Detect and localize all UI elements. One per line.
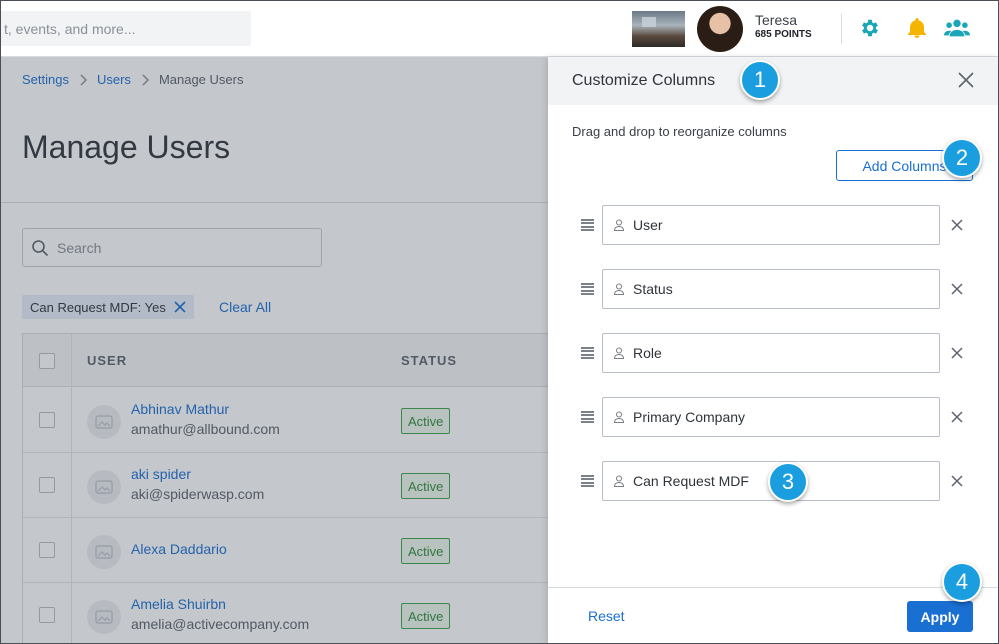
callout-marker-3: 3 <box>768 462 808 502</box>
user-icon <box>613 347 625 359</box>
user-points: 685 POINTS <box>755 29 812 40</box>
column-field: User <box>602 205 940 245</box>
drag-handle-icon[interactable] <box>581 283 594 295</box>
column-label: Primary Company <box>633 409 746 425</box>
callout-marker-1: 1 <box>740 60 780 100</box>
drag-handle-icon[interactable] <box>581 347 594 359</box>
users-icon[interactable] <box>944 15 970 41</box>
user-icon <box>613 411 625 423</box>
customize-columns-panel: Customize Columns Drag and drop to reorg… <box>548 57 999 644</box>
panel-footer: Reset Apply <box>548 587 999 644</box>
gear-icon[interactable] <box>857 15 883 41</box>
column-field: Role <box>602 333 940 373</box>
column-label: Can Request MDF <box>633 473 749 489</box>
apply-button[interactable]: Apply <box>907 601 973 632</box>
column-field: Primary Company <box>602 397 940 437</box>
user-name[interactable]: Teresa <box>755 12 797 28</box>
user-icon <box>613 283 625 295</box>
panel-title: Customize Columns <box>572 72 716 89</box>
column-label: Status <box>633 281 673 297</box>
callout-marker-4: 4 <box>942 562 982 602</box>
user-icon <box>613 475 625 487</box>
global-search-placeholder: t, events, and more... <box>4 20 136 37</box>
drag-handle-icon[interactable] <box>581 475 594 487</box>
column-label: User <box>633 217 663 233</box>
user-avatar[interactable] <box>697 6 743 52</box>
column-field: Status <box>602 269 940 309</box>
drag-handle-icon[interactable] <box>581 411 594 423</box>
reset-button[interactable]: Reset <box>588 608 625 624</box>
user-icon <box>613 219 625 231</box>
top-bar: t, events, and more... Teresa 685 POINTS <box>0 0 999 57</box>
remove-column-icon[interactable] <box>947 279 967 299</box>
close-icon[interactable] <box>956 70 976 90</box>
panel-subtitle: Drag and drop to reorganize columns <box>572 124 787 139</box>
remove-column-icon[interactable] <box>947 215 967 235</box>
column-label: Role <box>633 345 662 361</box>
bell-icon[interactable] <box>904 15 930 41</box>
remove-column-icon[interactable] <box>947 343 967 363</box>
column-item-status[interactable]: Status <box>548 269 999 309</box>
callout-marker-2: 2 <box>942 138 982 178</box>
remove-column-icon[interactable] <box>947 407 967 427</box>
column-item-role[interactable]: Role <box>548 333 999 373</box>
remove-column-icon[interactable] <box>947 471 967 491</box>
column-item-user[interactable]: User <box>548 205 999 245</box>
column-item-primary-company[interactable]: Primary Company <box>548 397 999 437</box>
drag-handle-icon[interactable] <box>581 219 594 231</box>
company-thumbnail[interactable] <box>632 11 685 47</box>
topbar-divider <box>841 14 842 44</box>
modal-backdrop[interactable] <box>0 57 548 644</box>
global-search-input[interactable]: t, events, and more... <box>0 11 251 46</box>
